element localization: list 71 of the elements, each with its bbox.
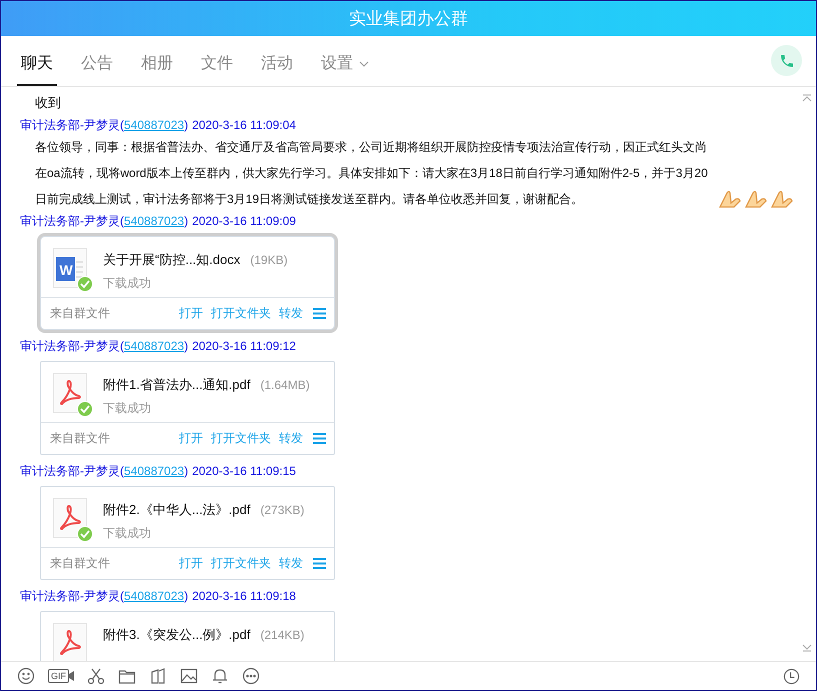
menu-icon[interactable] [313, 433, 326, 444]
menu-icon[interactable] [313, 308, 326, 319]
window-title: 实业集团办公群 [1, 1, 816, 36]
message-time: 2020-3-16 11:09:04 [192, 117, 296, 134]
file-name: 附件2.《中华人...法》.pdf [103, 502, 250, 517]
tab[interactable]: 文件 [197, 53, 237, 86]
pdf-file-icon [53, 373, 93, 417]
sender-name: 审计法务部-尹梦灵( [20, 213, 124, 230]
tab[interactable]: 聊天 [17, 53, 57, 86]
download-status: 下载成功 [103, 400, 152, 417]
paren: ) [184, 117, 188, 134]
file-action-link[interactable]: 打开文件夹 [211, 305, 271, 322]
download-status: 下载成功 [103, 275, 152, 292]
message-text: 收到 [35, 94, 61, 112]
image-icon[interactable] [180, 666, 198, 686]
file-size: (273KB) [260, 503, 304, 517]
file-action-link[interactable]: 转发 [279, 555, 303, 572]
shapes-icon[interactable] [149, 666, 167, 686]
file-size: (19KB) [250, 253, 288, 267]
sender-id-link[interactable]: 540887023 [124, 116, 184, 134]
praying-hands-icon [744, 189, 768, 209]
tab[interactable]: 活动 [257, 53, 297, 86]
message-text: 各位领导，同事：根据省普法办、省交通厅及省高管局要求，公司近期将组织开展防控疫情专项法治宣传行动，因正式红头文尚在oa流转，现将word版本上传至群内，供大家先行学习。具体安排如下：请大家在3月18日前自行学习通知附件2-5，并于3月20日前完成线上测试，审计法务部将于3月19日将测试链接发送至群内。请各单位收悉并回复，谢谢配合。 [35, 139, 709, 208]
file-action-link[interactable]: 打开 [179, 555, 203, 572]
file-action-link[interactable]: 转发 [279, 430, 303, 447]
file-card[interactable]: 附件1.省普法办...通知.pdf (1.64MB) 下载成功 来自群文件 打开 打开文件夹 转发 [40, 361, 335, 455]
file-action-link[interactable]: 打开 [179, 305, 203, 322]
file-card[interactable]: W 关于开展“防控...知.docx (19KB) 下载成功 来自群文件 打开 打开文件夹 转发 [40, 236, 335, 330]
sender-id-link[interactable]: 540887023 [124, 337, 184, 355]
tab[interactable]: 设置 [317, 53, 373, 86]
sender-name: 审计法务部-尹梦灵( [20, 463, 124, 480]
tab[interactable]: 相册 [137, 53, 177, 86]
sender-id-link[interactable]: 540887023 [124, 587, 184, 605]
message-time: 2020-3-16 11:09:09 [192, 213, 296, 230]
file-action-link[interactable]: 转发 [279, 305, 303, 322]
file-action-link[interactable]: 打开文件夹 [211, 555, 271, 572]
file-name: 附件3.《突发公...例》.pdf [103, 627, 250, 642]
praying-hands-icon [718, 189, 742, 209]
history-icon[interactable] [783, 666, 800, 686]
scissors-icon[interactable] [87, 666, 105, 686]
more-icon[interactable] [242, 666, 260, 686]
sender-id-link[interactable]: 540887023 [124, 462, 184, 480]
file-size: (214KB) [260, 628, 304, 642]
praying-hands-icon [770, 189, 794, 209]
paren: ) [184, 338, 188, 355]
file-source: 来自群文件 [50, 555, 111, 572]
sender-name: 审计法务部-尹梦灵( [20, 588, 124, 605]
file-source: 来自群文件 [50, 305, 111, 322]
phone-icon [778, 52, 794, 68]
tab[interactable]: 公告 [77, 53, 117, 86]
message-time: 2020-3-16 11:09:15 [192, 463, 296, 480]
file-name: 附件1.省普法办...通知.pdf [103, 377, 250, 392]
emoji-icon[interactable] [17, 666, 35, 686]
file-card[interactable]: 附件2.《中华人...法》.pdf (273KB) 下载成功 来自群文件 打开 打开文件夹 转发 [40, 486, 335, 580]
file-card[interactable]: 附件3.《突发公...例》.pdf (214KB) [40, 611, 335, 661]
sender-name: 审计法务部-尹梦灵( [20, 117, 124, 134]
file-name: 关于开展“防控...知.docx [103, 252, 240, 267]
menu-icon[interactable] [313, 558, 326, 569]
sender-name: 审计法务部-尹梦灵( [20, 338, 124, 355]
paren: ) [184, 213, 188, 230]
paren: ) [184, 463, 188, 480]
message-time: 2020-3-16 11:09:18 [192, 588, 296, 605]
file-action-link[interactable]: 打开文件夹 [211, 430, 271, 447]
pdf-file-icon [53, 498, 93, 542]
download-status: 下载成功 [103, 525, 152, 542]
file-source: 来自群文件 [50, 430, 111, 447]
message-time: 2020-3-16 11:09:12 [192, 338, 296, 355]
file-action-link[interactable]: 打开 [179, 430, 203, 447]
paren: ) [184, 588, 188, 605]
file-size: (1.64MB) [260, 378, 310, 392]
sender-id-link[interactable]: 540887023 [124, 212, 184, 230]
